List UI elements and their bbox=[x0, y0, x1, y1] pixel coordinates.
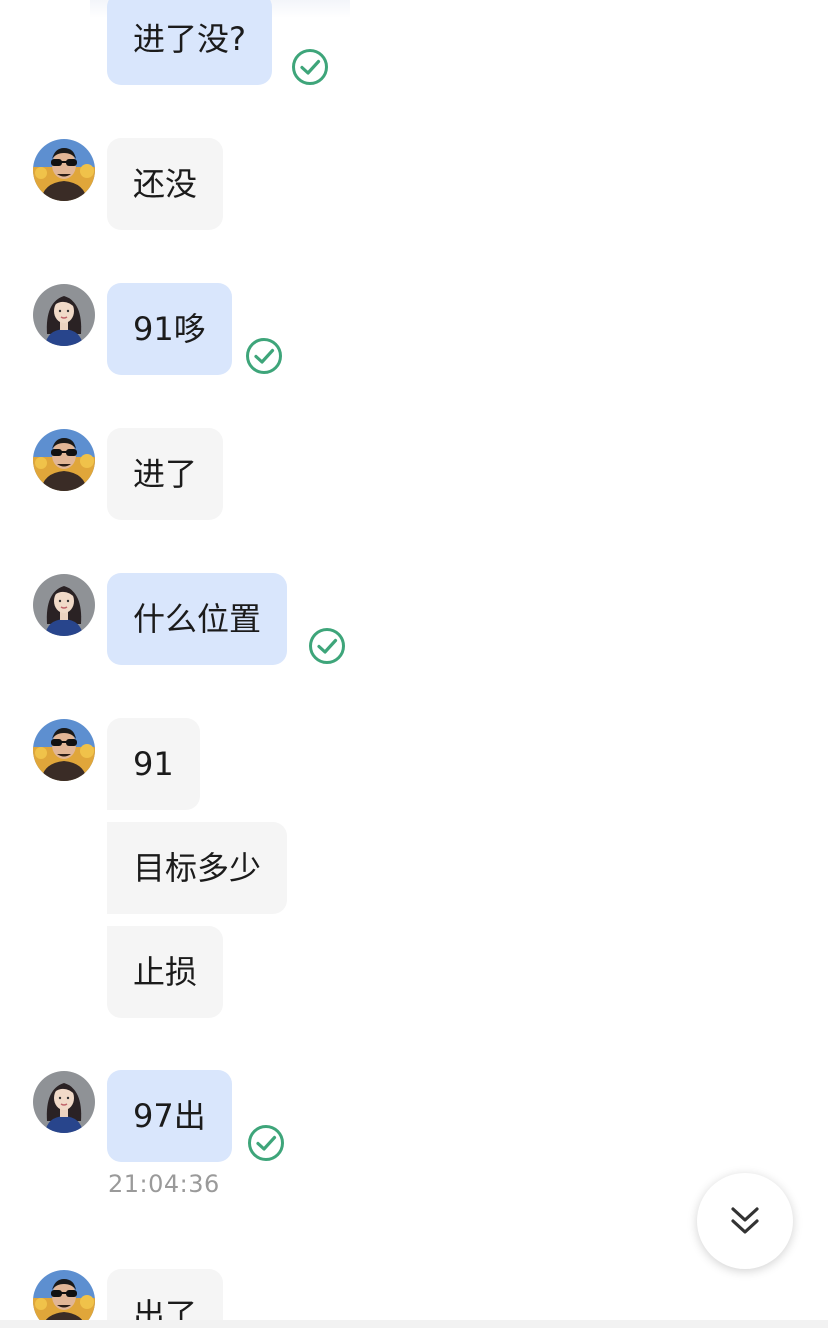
avatar-self[interactable] bbox=[33, 284, 95, 346]
message-bubble-theirs[interactable]: 91 bbox=[107, 718, 200, 810]
read-check-icon bbox=[245, 337, 283, 375]
read-check-icon bbox=[291, 48, 329, 86]
message-timestamp: 21:04:36 bbox=[108, 1170, 220, 1198]
message-bubble-theirs[interactable]: 止损 bbox=[107, 926, 224, 1018]
message-bubble-mine[interactable]: 97出 bbox=[107, 1070, 232, 1162]
double-chevron-down-icon bbox=[731, 1207, 759, 1234]
message-bubble-mine[interactable]: 91哆 bbox=[107, 283, 232, 375]
avatar-self[interactable] bbox=[33, 1071, 95, 1133]
message-bubble-theirs[interactable]: 目标多少 bbox=[107, 822, 288, 914]
avatar-contact[interactable] bbox=[33, 429, 95, 491]
message-bubble-theirs[interactable]: 还没 bbox=[107, 138, 224, 230]
avatar-contact[interactable] bbox=[33, 139, 95, 201]
chat-screen: 进了没? 还没 91哆 进了 什么位置 91 目标多少 止损 97出 21:04… bbox=[0, 0, 828, 1328]
bottom-edge bbox=[0, 1320, 828, 1328]
scroll-to-bottom-button[interactable] bbox=[697, 1173, 793, 1269]
avatar-contact[interactable] bbox=[33, 719, 95, 781]
read-check-icon bbox=[308, 627, 346, 665]
read-check-icon bbox=[247, 1124, 285, 1162]
message-bubble-mine[interactable]: 什么位置 bbox=[107, 573, 288, 665]
avatar-self[interactable] bbox=[33, 574, 95, 636]
message-bubble-theirs[interactable]: 进了 bbox=[107, 428, 224, 520]
message-bubble-mine[interactable]: 进了没? bbox=[107, 0, 272, 85]
